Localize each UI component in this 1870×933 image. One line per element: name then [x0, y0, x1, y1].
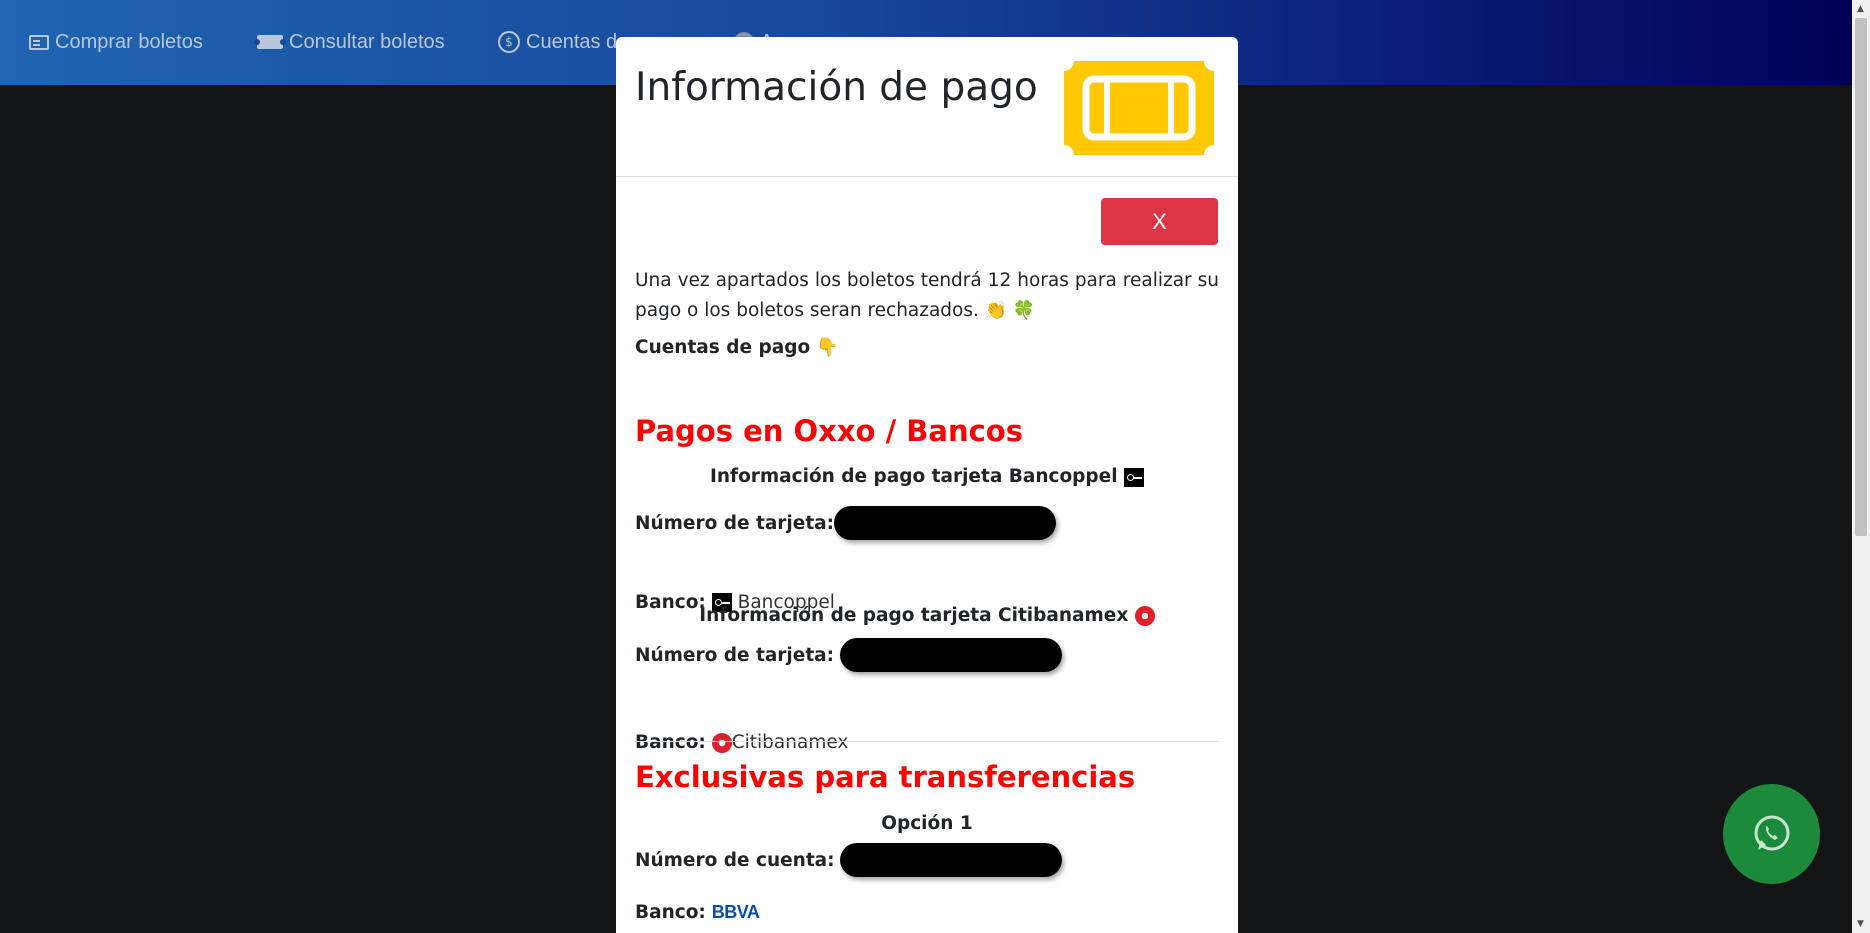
redacted-card-number [839, 638, 1062, 672]
whatsapp-button[interactable] [1723, 784, 1820, 884]
intro-message: Una vez apartados los boletos tendrá 12 … [635, 270, 1219, 321]
scroll-down-icon[interactable]: ▼ [1857, 919, 1864, 929]
ticket-logo-icon [1064, 61, 1214, 155]
page-scrollbar[interactable]: ▲ ▼ [1852, 0, 1870, 933]
nav-comprar-boletos[interactable]: Comprar boletos [29, 28, 203, 56]
bank-label: Banco: [635, 902, 706, 923]
citibanamex-flower-icon [711, 732, 732, 753]
redacted-card-number [834, 506, 1057, 540]
citibanamex-card-field: Número de tarjeta: [635, 638, 1062, 672]
option1-account-field: Número de cuenta: [635, 843, 1063, 877]
nav-comprar-label: Comprar boletos [55, 30, 203, 53]
pointing-down-icon: 👇 [816, 337, 839, 358]
bbva-logo: BBVA [711, 902, 760, 922]
nav-consultar-label: Consultar boletos [289, 30, 445, 53]
scrollbar-thumb[interactable] [1855, 18, 1867, 536]
payment-info-modal: Información de pago X Una vez apartados … [616, 37, 1238, 933]
citibanamex-heading-text: Información de pago tarjeta Citibanamex [699, 605, 1129, 626]
scroll-up-icon[interactable]: ▲ [1857, 4, 1864, 14]
section-divider [635, 741, 1219, 742]
ticket-icon [254, 35, 286, 49]
modal-title: Información de pago [635, 65, 1038, 110]
cuentas-label: Cuentas de pago [635, 337, 811, 358]
bancoppel-heading-text: Información de pago tarjeta Bancoppel [709, 466, 1118, 487]
bank-label: Banco: [635, 732, 706, 753]
nav-consultar-boletos[interactable]: Consultar boletos [254, 28, 445, 56]
bancoppel-card-field: Número de tarjeta: [635, 506, 1057, 540]
citibanamex-heading: Información de pago tarjeta Citibanamex [616, 605, 1238, 626]
citibanamex-flower-icon [1134, 606, 1155, 626]
card-icon [29, 34, 49, 50]
option-1-heading: Opción 1 [881, 813, 973, 834]
card-number-label: Número de tarjeta: [635, 644, 835, 666]
intro-text: Una vez apartados los boletos tendrá 12 … [635, 266, 1219, 326]
key-icon [1124, 467, 1145, 487]
cuentas-de-pago-label: Cuentas de pago 👇 [635, 337, 838, 358]
card-number-label: Número de tarjeta: [635, 512, 835, 534]
close-button[interactable]: X [1101, 198, 1218, 245]
coin-icon: $ [498, 31, 520, 53]
intro-emojis: 👏 🍀 [984, 300, 1036, 321]
option1-bank-field: Banco: BBVA [635, 902, 760, 923]
modal-header: Información de pago [616, 37, 1238, 177]
bancoppel-heading: Información de pago tarjeta Bancoppel [616, 466, 1238, 487]
redacted-account-number [840, 843, 1063, 877]
account-number-label: Número de cuenta: [635, 849, 835, 871]
section-transferencias-title: Exclusivas para transferencias [635, 760, 1136, 794]
bank-value: Citibanamex [731, 732, 849, 753]
nav-cuentas[interactable]: $ Cuentas d [498, 28, 617, 56]
whatsapp-icon [1754, 815, 1789, 851]
citibanamex-bank-field: Banco: Citibanamex [635, 732, 848, 753]
section-oxxo-bancos-title: Pagos en Oxxo / Bancos [635, 414, 1023, 448]
nav-cuentas-label: Cuentas d [526, 30, 618, 53]
